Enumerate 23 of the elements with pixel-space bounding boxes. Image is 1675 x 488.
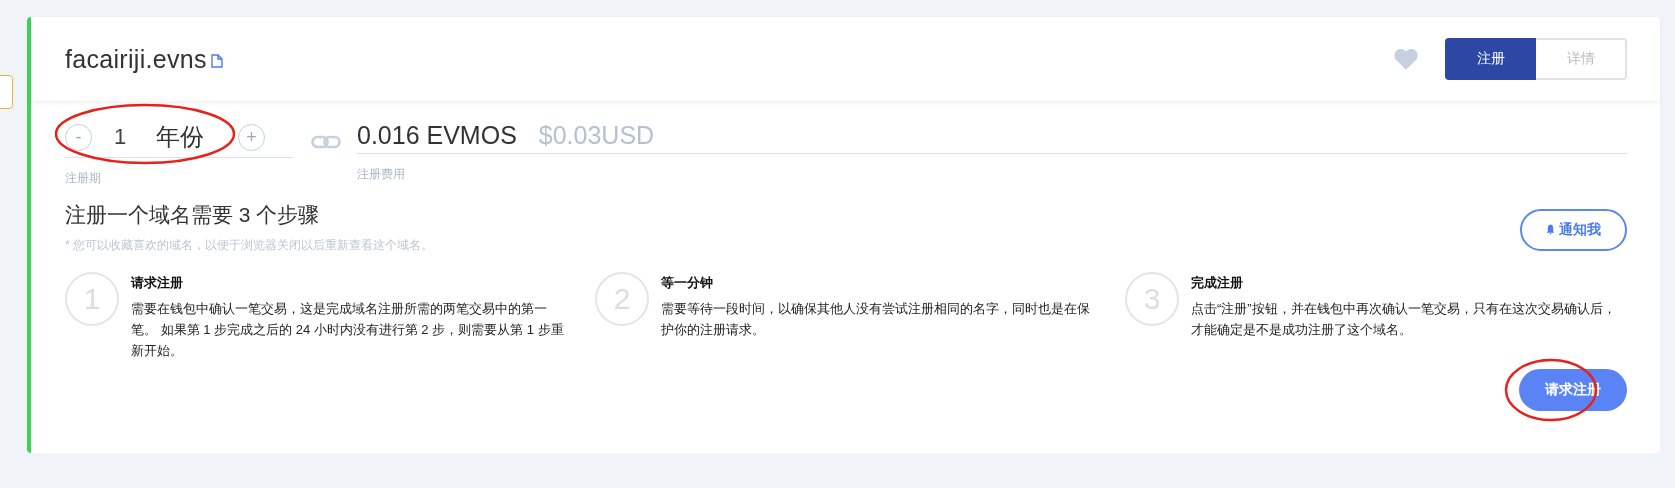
tab[interactable]: 注册	[1445, 38, 1536, 80]
step-description: 需要等待一段时间，以确保其他人没有尝试注册相同的名字，同时也是在保护你的注册请求。	[661, 300, 1091, 339]
price-usd: $0.03USD	[538, 120, 655, 150]
step-title: 等一分钟	[661, 274, 714, 292]
domain-name: facairiji.evns	[65, 44, 207, 74]
bell-icon	[1546, 224, 1555, 235]
document-icon[interactable]	[210, 54, 223, 68]
hint-text: * 您可以收藏喜欢的域名，以便于浏览器关闭以后重新查看这个域名。	[65, 237, 433, 254]
tab[interactable]: 详情	[1536, 38, 1627, 80]
period-value[interactable]: 1	[114, 124, 134, 150]
price-amount: 0.016 EVMOS	[357, 120, 517, 150]
step-title: 请求注册	[131, 274, 184, 292]
step-description: 需要在钱包中确认一笔交易，这是完成域名注册所需的两笔交易中的第一笔。 如果第 1 步完成之后的 24 小时内没有进行第 2 步，则需要从第 1 步重新开始。	[131, 300, 565, 360]
step-description: 点击“注册”按钮，并在钱包中再次确认一笔交易，只有在这次交易确认后，才能确定是不是成功注册了这个域名。	[1191, 300, 1617, 339]
steps-heading: 注册一个域名需要 3 个步骤	[65, 202, 321, 228]
increment-button[interactable]: +	[238, 123, 265, 151]
step-title: 完成注册	[1191, 274, 1244, 292]
decrement-button[interactable]: -	[65, 123, 92, 151]
notify-button[interactable]: 通知我	[1520, 208, 1627, 251]
link-icon	[311, 135, 341, 149]
period-label: 注册期	[65, 170, 102, 187]
period-unit: 年份	[156, 122, 205, 152]
price-label: 注册费用	[357, 166, 406, 183]
